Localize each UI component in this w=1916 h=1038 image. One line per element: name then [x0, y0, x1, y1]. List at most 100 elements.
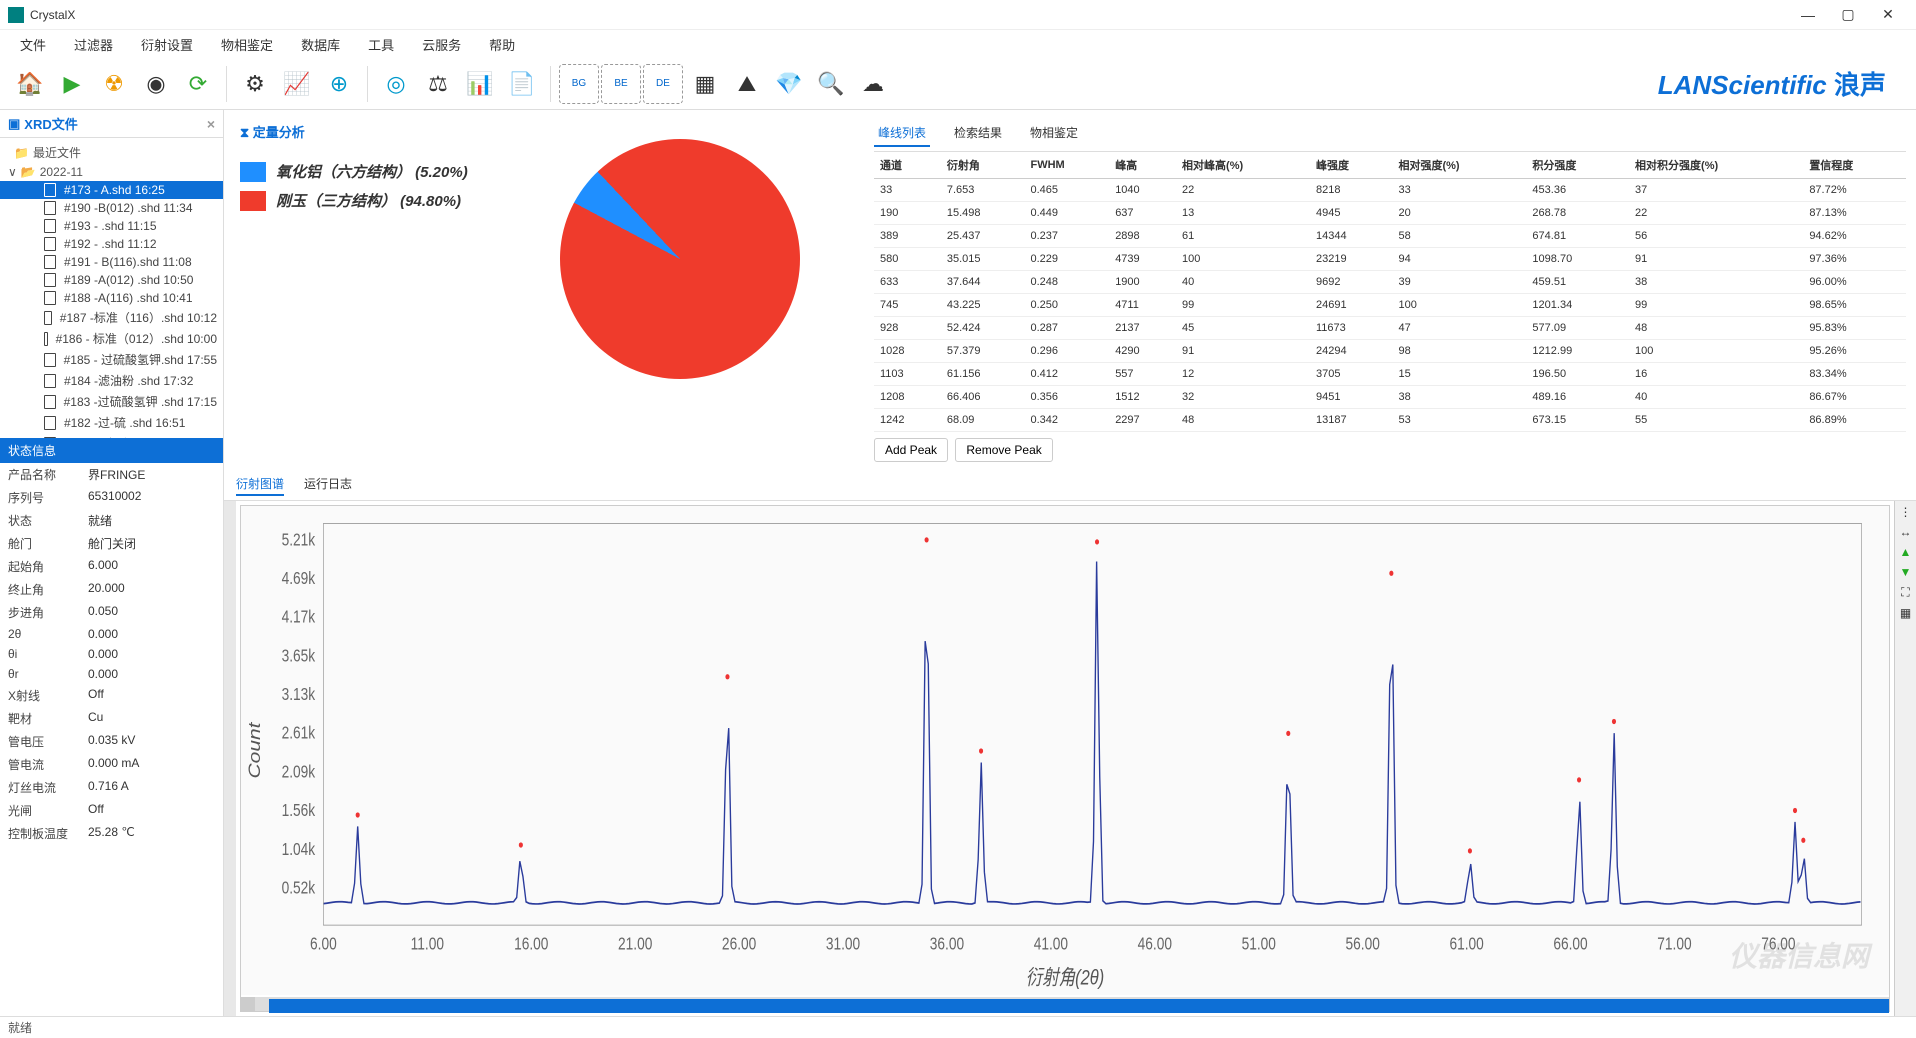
col-header[interactable]: 相对强度(%) [1392, 152, 1526, 179]
play-icon[interactable]: ▶ [52, 64, 92, 104]
report-icon[interactable]: 📄 [502, 64, 542, 104]
add-peak-button[interactable]: Add Peak [874, 438, 948, 462]
tree-recent[interactable]: 📁 最近文件 [0, 142, 223, 163]
status-value: 界FRINGE [88, 466, 145, 483]
col-header[interactable]: 置信程度 [1803, 152, 1906, 179]
target-icon[interactable]: ⊕ [319, 64, 359, 104]
aperture-icon[interactable]: ◉ [136, 64, 176, 104]
tool-expand-icon[interactable]: ⛶ [1901, 585, 1909, 600]
table-row[interactable]: 102857.3790.29642909124294981212.9910095… [874, 340, 1906, 363]
refresh-icon[interactable]: ⟳ [178, 64, 218, 104]
table-row[interactable]: 58035.0150.229473910023219941098.709197.… [874, 248, 1906, 271]
table-row[interactable]: 337.6530.465104022821833453.363787.72% [874, 179, 1906, 202]
chart-icon[interactable]: 📊 [460, 64, 500, 104]
tree-file[interactable]: #191 - B(116).shd 11:08 [0, 253, 223, 271]
table-row[interactable]: 124268.090.3422297481318753673.155586.89… [874, 409, 1906, 432]
chart-h-scroll[interactable] [241, 997, 1889, 1011]
grid-icon[interactable]: ▦ [685, 64, 725, 104]
tree-file[interactable]: #192 - .shd 11:12 [0, 235, 223, 253]
col-header[interactable]: 积分强度 [1526, 152, 1629, 179]
tree-file[interactable]: #187 -标准（116）.shd 10:12 [0, 307, 223, 328]
result-tab[interactable]: 物相鉴定 [1026, 120, 1082, 147]
menu-0[interactable]: 文件 [6, 31, 60, 58]
col-header[interactable]: 衍射角 [941, 152, 1025, 179]
tool-fit-h-icon[interactable]: ↔ [1900, 525, 1912, 539]
be-icon[interactable]: BE [601, 64, 641, 104]
tool-down-icon[interactable]: ▼ [1900, 565, 1912, 579]
chart-tab[interactable]: 衍射图谱 [236, 475, 284, 496]
menu-6[interactable]: 云服务 [408, 31, 475, 58]
tree-file[interactable]: #183 -过硫酸氢钾 .shd 17:15 [0, 391, 223, 412]
col-header[interactable]: 峰强度 [1310, 152, 1392, 179]
spectrum-icon[interactable]: 📈 [277, 64, 317, 104]
menu-1[interactable]: 过滤器 [60, 31, 127, 58]
gear-icon[interactable]: ⚙ [235, 64, 275, 104]
status-key: 终止角 [8, 581, 88, 598]
tool-grid-icon[interactable]: ▦ [1900, 606, 1911, 620]
menu-7[interactable]: 帮助 [475, 31, 529, 58]
col-header[interactable]: 峰高 [1109, 152, 1176, 179]
search-db-icon[interactable]: 🔍 [811, 64, 851, 104]
tool-up-icon[interactable]: ▲ [1900, 545, 1912, 559]
tree-file[interactable]: #182 -过-硫 .shd 16:51 [0, 412, 223, 433]
menu-2[interactable]: 衍射设置 [127, 31, 207, 58]
chart-v-scroll-left[interactable] [224, 501, 236, 1016]
col-header[interactable]: 相对积分强度(%) [1629, 152, 1803, 179]
table-row[interactable]: 110361.1560.41255712370515196.501683.34% [874, 363, 1906, 386]
result-tab[interactable]: 检索结果 [950, 120, 1006, 147]
statusbar: 就绪 [0, 1016, 1916, 1038]
window-close[interactable]: ✕ [1868, 1, 1908, 29]
radiation-icon[interactable]: ☢ [94, 64, 134, 104]
window-minimize[interactable]: — [1788, 1, 1828, 29]
tree-folder[interactable]: ∨ 📂 2022-11 [0, 163, 223, 181]
home-icon[interactable]: 🏠 [10, 64, 50, 104]
quant-analysis-title: ⧗ 定量分析 [240, 118, 848, 153]
balance-icon[interactable]: ⚖ [418, 64, 458, 104]
table-row[interactable]: 92852.4240.2872137451167347577.094895.83… [874, 317, 1906, 340]
window-maximize[interactable]: ▢ [1828, 1, 1868, 29]
tree-file[interactable]: #189 -A(012) .shd 10:50 [0, 271, 223, 289]
tree-file[interactable]: #193 - .shd 11:15 [0, 217, 223, 235]
tree-file[interactable]: #190 -B(012) .shd 11:34 [0, 199, 223, 217]
table-row[interactable]: 19015.4980.44963713494520268.782287.13% [874, 202, 1906, 225]
menu-3[interactable]: 物相鉴定 [207, 31, 287, 58]
peaks-icon[interactable]: ⛰ [727, 64, 767, 104]
cloud-db-icon[interactable]: ☁ [853, 64, 893, 104]
table-row[interactable]: 120866.4060.356151232945138489.164086.67… [874, 386, 1906, 409]
xrd-chart[interactable]: 0.52k1.04k1.56k2.09k2.61k3.13k3.65k4.17k… [241, 506, 1889, 995]
tree-file[interactable]: #186 - 标准（012）.shd 10:00 [0, 328, 223, 349]
status-key: 光闸 [8, 802, 88, 819]
table-row[interactable]: 38925.4370.2372898611434458674.815694.62… [874, 225, 1906, 248]
menu-4[interactable]: 数据库 [287, 31, 354, 58]
chart-tab[interactable]: 运行日志 [304, 475, 352, 496]
col-header[interactable]: FWHM [1025, 152, 1110, 179]
remove-peak-button[interactable]: Remove Peak [955, 438, 1052, 462]
menu-5[interactable]: 工具 [354, 31, 408, 58]
col-header[interactable]: 相对峰高(%) [1176, 152, 1310, 179]
fingerprint-icon[interactable]: ◎ [376, 64, 416, 104]
table-row[interactable]: 63337.6440.248190040969239459.513896.00% [874, 271, 1906, 294]
status-key: 舱门 [8, 535, 88, 552]
result-tab[interactable]: 峰线列表 [874, 120, 930, 147]
tree-file[interactable]: #188 -A(116) .shd 10:41 [0, 289, 223, 307]
brand-logo: LANScientific 浪声 [1658, 65, 1906, 102]
col-header[interactable]: 通道 [874, 152, 941, 179]
tree-file[interactable]: #184 -滤油粉 .shd 17:32 [0, 370, 223, 391]
table-row[interactable]: 74543.2250.250471199246911001201.349998.… [874, 294, 1906, 317]
svg-text:2.09k: 2.09k [282, 763, 316, 782]
panel-close-icon[interactable]: × [207, 116, 215, 132]
file-tree[interactable]: 📁 最近文件 ∨ 📂 2022-11#173 - A.shd 16:25#190… [0, 138, 223, 438]
status-key: θr [8, 667, 88, 681]
crystal-icon[interactable]: 💎 [769, 64, 809, 104]
svg-text:5.21k: 5.21k [282, 531, 316, 550]
svg-text:4.69k: 4.69k [282, 570, 316, 589]
svg-text:36.00: 36.00 [930, 935, 965, 954]
de-icon[interactable]: DE [643, 64, 683, 104]
peak-table[interactable]: 通道衍射角FWHM峰高相对峰高(%)峰强度相对强度(%)积分强度相对积分强度(%… [874, 152, 1906, 432]
svg-text:16.00: 16.00 [514, 935, 549, 954]
status-key: 管电流 [8, 756, 88, 773]
bg-icon[interactable]: BG [559, 64, 599, 104]
tree-file[interactable]: #185 - 过硫酸氢钾.shd 17:55 [0, 349, 223, 370]
tree-file[interactable]: #173 - A.shd 16:25 [0, 181, 223, 199]
tool-menu-icon[interactable]: ⋮ [1900, 505, 1912, 519]
